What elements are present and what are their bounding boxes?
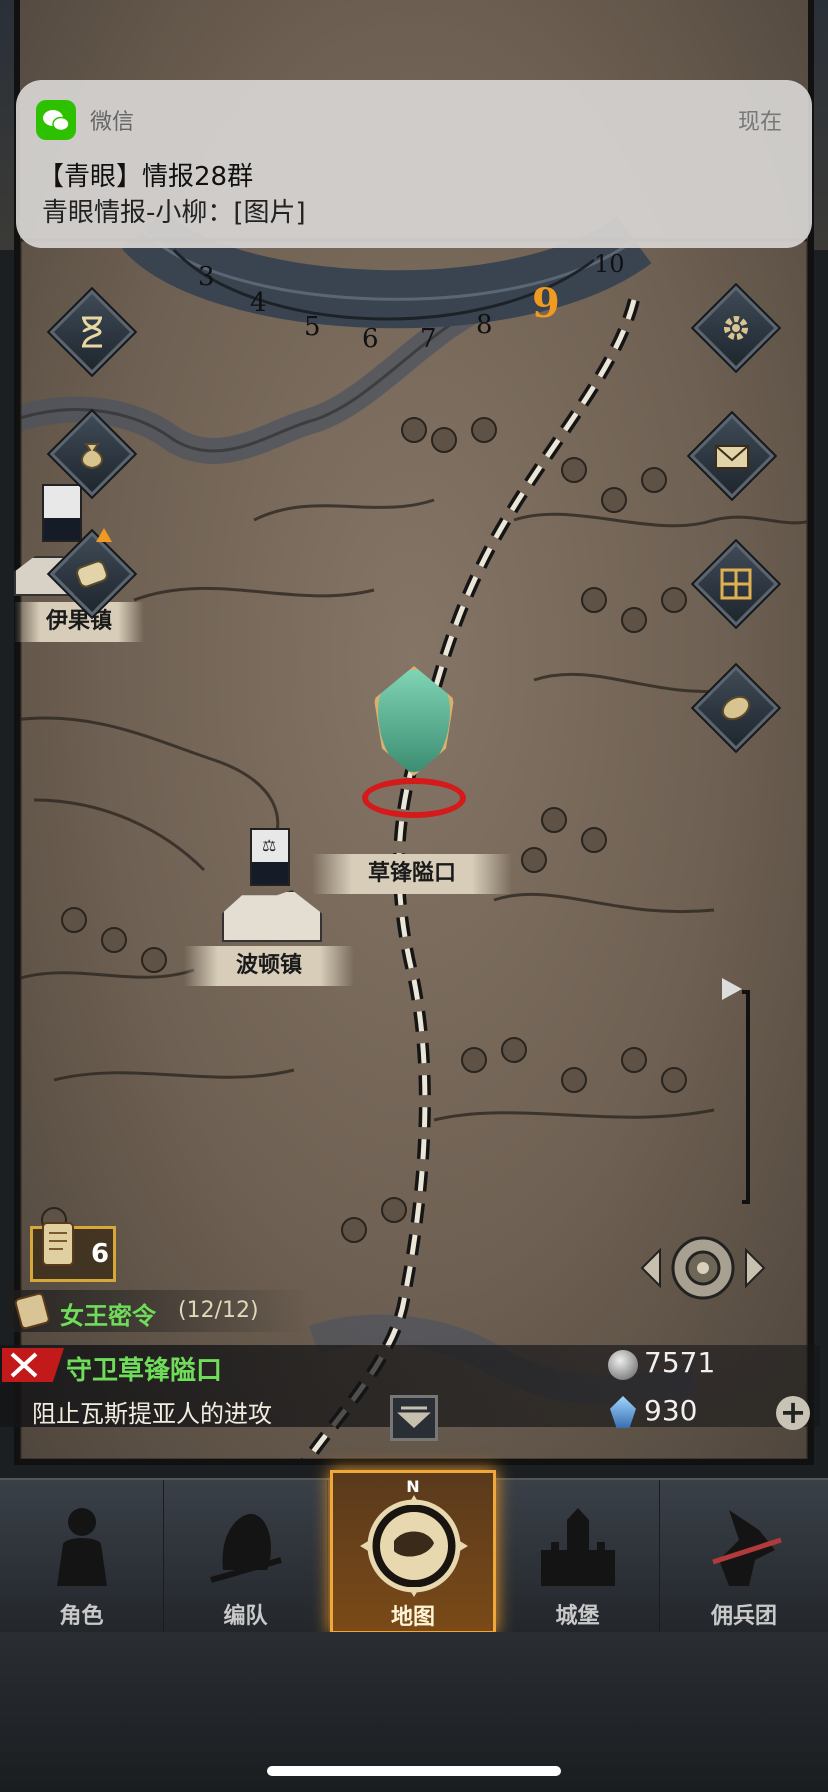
crystal-amount: 930: [644, 1394, 698, 1427]
town-banner: ⚖: [250, 828, 290, 886]
coin-icon: [721, 695, 751, 721]
location-label-boldon[interactable]: 波顿镇: [184, 946, 354, 986]
add-resource-button[interactable]: +: [776, 1396, 810, 1430]
nav-item-castle[interactable]: 城堡: [496, 1480, 660, 1634]
money-bag-icon: [81, 443, 103, 470]
clock-number: 8: [476, 310, 493, 340]
bottom-nav: 角色 编队 N 地图 城堡 佣兵团: [0, 1470, 828, 1634]
player-marker[interactable]: [362, 666, 466, 818]
scroll-icon: [76, 560, 108, 588]
wechat-icon: [36, 100, 76, 140]
quest-description: 阻止瓦斯提亚人的进攻: [32, 1400, 272, 1428]
notification-time: 现在: [737, 110, 782, 135]
clock-number: 3: [198, 262, 215, 292]
scroll-icon: [14, 1292, 50, 1330]
locate-button[interactable]: [638, 1230, 768, 1306]
notification-body: 青眼情报-小柳：[图片]: [42, 198, 306, 228]
wechat-notification[interactable]: 微信 现在 【青眼】情报28群 青眼情报-小柳：[图片]: [16, 80, 812, 248]
compass-map-icon: [360, 1495, 468, 1597]
knight-helmet-icon: [210, 1513, 282, 1583]
hourglass-button[interactable]: [49, 289, 135, 375]
notification-title: 【青眼】情报28群: [38, 162, 254, 192]
clock-current-number: 9: [532, 280, 560, 327]
zoom-slider-track[interactable]: [742, 990, 750, 1204]
castle-icon: [541, 1508, 615, 1586]
notification-arrow-icon: [96, 528, 112, 542]
knight-helmet-icon: [374, 666, 454, 776]
mercenary-banner-icon: [712, 1510, 782, 1586]
scroll-icon: [42, 1222, 74, 1266]
mail-button[interactable]: [689, 413, 775, 499]
hourglass-icon: [82, 316, 102, 348]
scroll-button[interactable]: [49, 531, 135, 617]
clock-number: 4: [250, 288, 267, 318]
quest-scroll-button[interactable]: 6: [30, 1222, 116, 1282]
nav-label: 城堡: [555, 1604, 600, 1629]
crosshair-icon: [640, 1236, 766, 1300]
crossed-swords-icon: [362, 778, 466, 818]
nav-item-formation[interactable]: 编队: [164, 1480, 328, 1634]
notification-app-name: 微信: [90, 110, 135, 135]
gear-icon: [724, 316, 748, 340]
clock-number: 5: [304, 312, 321, 342]
nav-label: 编队: [223, 1604, 268, 1629]
nav-label: 地图: [390, 1605, 435, 1630]
nav-item-mercenary[interactable]: 佣兵团: [662, 1480, 826, 1634]
mail-icon: [715, 445, 749, 469]
coin-button[interactable]: [693, 665, 779, 751]
clock-number: 10: [594, 250, 625, 278]
nav-item-map[interactable]: N 地图: [330, 1470, 496, 1634]
home-indicator[interactable]: [267, 1766, 561, 1776]
zoom-slider-handle[interactable]: [722, 978, 742, 1000]
window-button[interactable]: [693, 541, 779, 627]
quest-scroll-count: 6: [91, 1239, 110, 1269]
chevron-down-icon: [397, 1406, 431, 1429]
queen-order-row[interactable]: 女王密令 (12/12): [8, 1290, 308, 1332]
window-icon: [720, 568, 752, 600]
location-label-grassblade-pass[interactable]: 草锋隘口: [312, 854, 512, 894]
nav-label: 佣兵团: [710, 1604, 777, 1629]
quest-title[interactable]: 守卫草锋隘口: [66, 1350, 222, 1387]
nav-label: 角色: [59, 1604, 104, 1629]
clock-number: 6: [362, 324, 379, 354]
silver-coin-icon: [608, 1350, 638, 1380]
knight-icon: [57, 1508, 107, 1586]
collapse-button[interactable]: [390, 1395, 438, 1441]
settings-button[interactable]: [693, 285, 779, 371]
money-bag-button[interactable]: [49, 411, 135, 497]
queen-order-count: (12/12): [178, 1298, 259, 1323]
clock-number: 7: [420, 324, 437, 354]
nav-item-character[interactable]: 角色: [0, 1480, 164, 1634]
queen-order-label: 女王密令: [60, 1302, 156, 1330]
silver-amount: 7571: [644, 1346, 716, 1379]
